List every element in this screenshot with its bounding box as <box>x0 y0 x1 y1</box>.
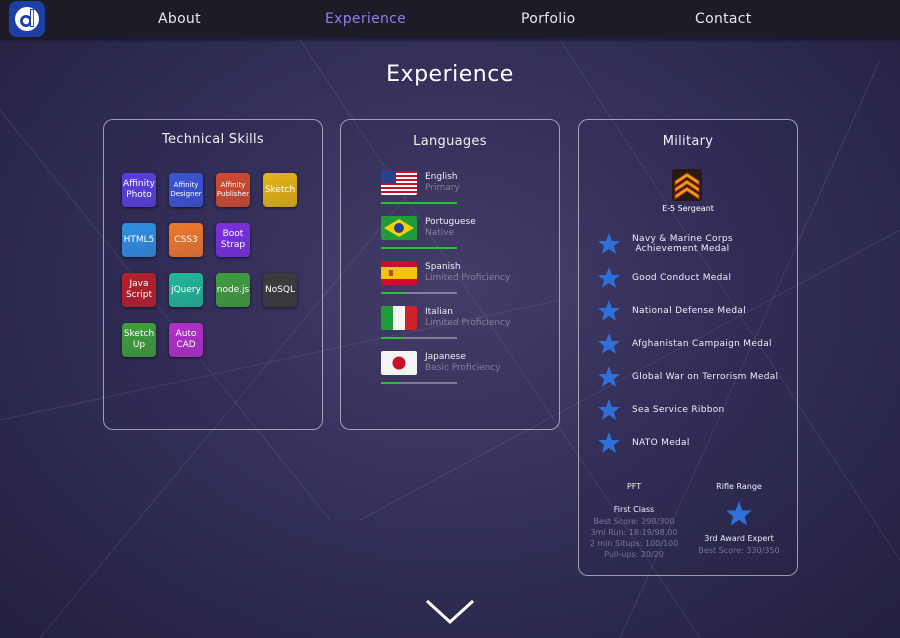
medal-item: NATO Medal <box>579 431 797 461</box>
skill-java-script: Java Script <box>122 273 156 307</box>
medal-star-icon <box>598 366 620 387</box>
nav-portfolio[interactable]: Porfolio <box>521 11 576 27</box>
medal-label: Global War on Terrorism Medal <box>632 372 779 382</box>
nav-contact[interactable]: Contact <box>695 11 752 27</box>
proficiency-fill <box>381 382 400 384</box>
language-italian: Italian Limited Proficiency <box>341 306 559 350</box>
rifle-best-score: Best Score: 330/350 <box>698 546 780 555</box>
proficiency-bar <box>381 292 457 294</box>
brazil-flag-icon <box>381 216 417 240</box>
skill-nosql: NoSQL <box>263 273 297 307</box>
expert-star-icon <box>726 501 752 526</box>
language-name: Japanese <box>425 352 466 362</box>
skill-html5: HTML5 <box>122 223 156 257</box>
us-flag-icon <box>381 171 417 195</box>
pft-line: 3mi Run: 18:19/98.00 <box>590 528 678 537</box>
language-spanish: Spanish Limited Proficiency <box>341 261 559 305</box>
medal-label: Navy & Marine Corps Achievement Medal <box>632 234 733 254</box>
language-level: Primary <box>425 183 460 193</box>
medal-label: Good Conduct Medal <box>632 273 732 283</box>
language-name: Portuguese <box>425 217 476 227</box>
skill-sketch-up: Sketch Up <box>122 323 156 357</box>
medal-star-icon <box>598 399 620 420</box>
skill-sketch: Sketch <box>263 173 297 207</box>
medal-item: Sea Service Ribbon <box>579 398 797 428</box>
medal-star-icon <box>598 267 620 288</box>
pft-line: 2 min Situps: 100/100 <box>589 539 679 548</box>
medal-star-icon <box>598 233 620 254</box>
language-level: Limited Proficiency <box>425 318 511 328</box>
languages-card: Languages English Primary Portuguese Nat… <box>340 119 560 430</box>
medal-item: Navy & Marine Corps Achievement Medal <box>579 232 797 262</box>
military-title: Military <box>662 134 714 149</box>
skill-nodejs: node.js <box>216 273 250 307</box>
skill-auto-cad: Auto CAD <box>169 323 203 357</box>
medal-star-icon <box>598 300 620 321</box>
proficiency-bar <box>381 337 457 339</box>
proficiency-fill <box>381 292 404 294</box>
medal-item: Global War on Terrorism Medal <box>579 365 797 395</box>
medal-star-icon <box>598 432 620 453</box>
language-name: English <box>425 172 458 182</box>
medal-label: Sea Service Ribbon <box>632 405 725 415</box>
pft-class: First Class <box>613 505 655 514</box>
proficiency-fill <box>381 337 404 339</box>
medal-item: Good Conduct Medal <box>579 266 797 296</box>
language-level: Basic Proficiency <box>425 363 501 373</box>
proficiency-bar <box>381 202 457 204</box>
medal-item: Afghanistan Campaign Medal <box>579 332 797 362</box>
languages-title: Languages <box>413 134 487 149</box>
pft-line: Best Score: 298/300 <box>593 517 675 526</box>
skill-affinity-photo: Affinity Photo <box>122 173 156 207</box>
pft-heading: PFT <box>626 482 642 491</box>
proficiency-bar <box>381 382 457 384</box>
skill-affinity-designer: Affinity Designer <box>169 173 203 207</box>
language-name: Spanish <box>425 262 461 272</box>
pft-block: PFT First Class Best Score: 298/300 3mi … <box>579 480 689 570</box>
skill-boot-strap: Boot Strap <box>216 223 250 257</box>
medal-star-icon <box>598 333 620 354</box>
language-english: English Primary <box>341 171 559 215</box>
language-level: Native <box>425 228 455 238</box>
sergeant-chevron-icon <box>672 169 702 201</box>
chevron-down-icon[interactable] <box>424 598 476 626</box>
pft-line: Pull-ups: 20/20 <box>604 550 664 559</box>
skill-affinity-publisher: Affinity Publisher <box>216 173 250 207</box>
technical-skills-card: Technical Skills Affinity Photo Affinity … <box>103 119 323 430</box>
italy-flag-icon <box>381 306 417 330</box>
logo[interactable] <box>9 1 45 37</box>
spain-flag-icon <box>381 261 417 285</box>
rank-label: E-5 Sergeant <box>662 204 714 213</box>
medal-label: NATO Medal <box>632 438 690 448</box>
language-name: Italian <box>425 307 453 317</box>
technical-skills-title: Technical Skills <box>161 132 264 147</box>
military-card: Military E-5 Sergeant Navy & Marine Corp… <box>578 119 798 576</box>
medal-label: Afghanistan Campaign Medal <box>632 339 772 349</box>
page-title: Experience <box>386 62 514 87</box>
proficiency-bar <box>381 247 457 249</box>
medal-label: National Defense Medal <box>632 306 746 316</box>
top-nav: About Experience Porfolio Contact <box>0 0 900 39</box>
logo-d-icon <box>15 7 39 31</box>
nav-experience[interactable]: Experience <box>325 11 406 27</box>
rifle-range-block: Rifle Range 3rd Award Expert Best Score:… <box>687 480 791 570</box>
proficiency-fill <box>381 247 457 249</box>
language-level: Limited Proficiency <box>425 273 511 283</box>
medal-item: National Defense Medal <box>579 299 797 329</box>
skill-css3: CSS3 <box>169 223 203 257</box>
language-portuguese: Portuguese Native <box>341 216 559 260</box>
rifle-heading: Rifle Range <box>716 482 762 491</box>
proficiency-fill <box>381 202 457 204</box>
skill-jquery: jQuery <box>169 273 203 307</box>
rifle-award: 3rd Award Expert <box>704 534 774 543</box>
nav-about[interactable]: About <box>158 11 201 27</box>
language-japanese: Japanese Basic Proficiency <box>341 351 559 395</box>
japan-flag-icon <box>381 351 417 375</box>
